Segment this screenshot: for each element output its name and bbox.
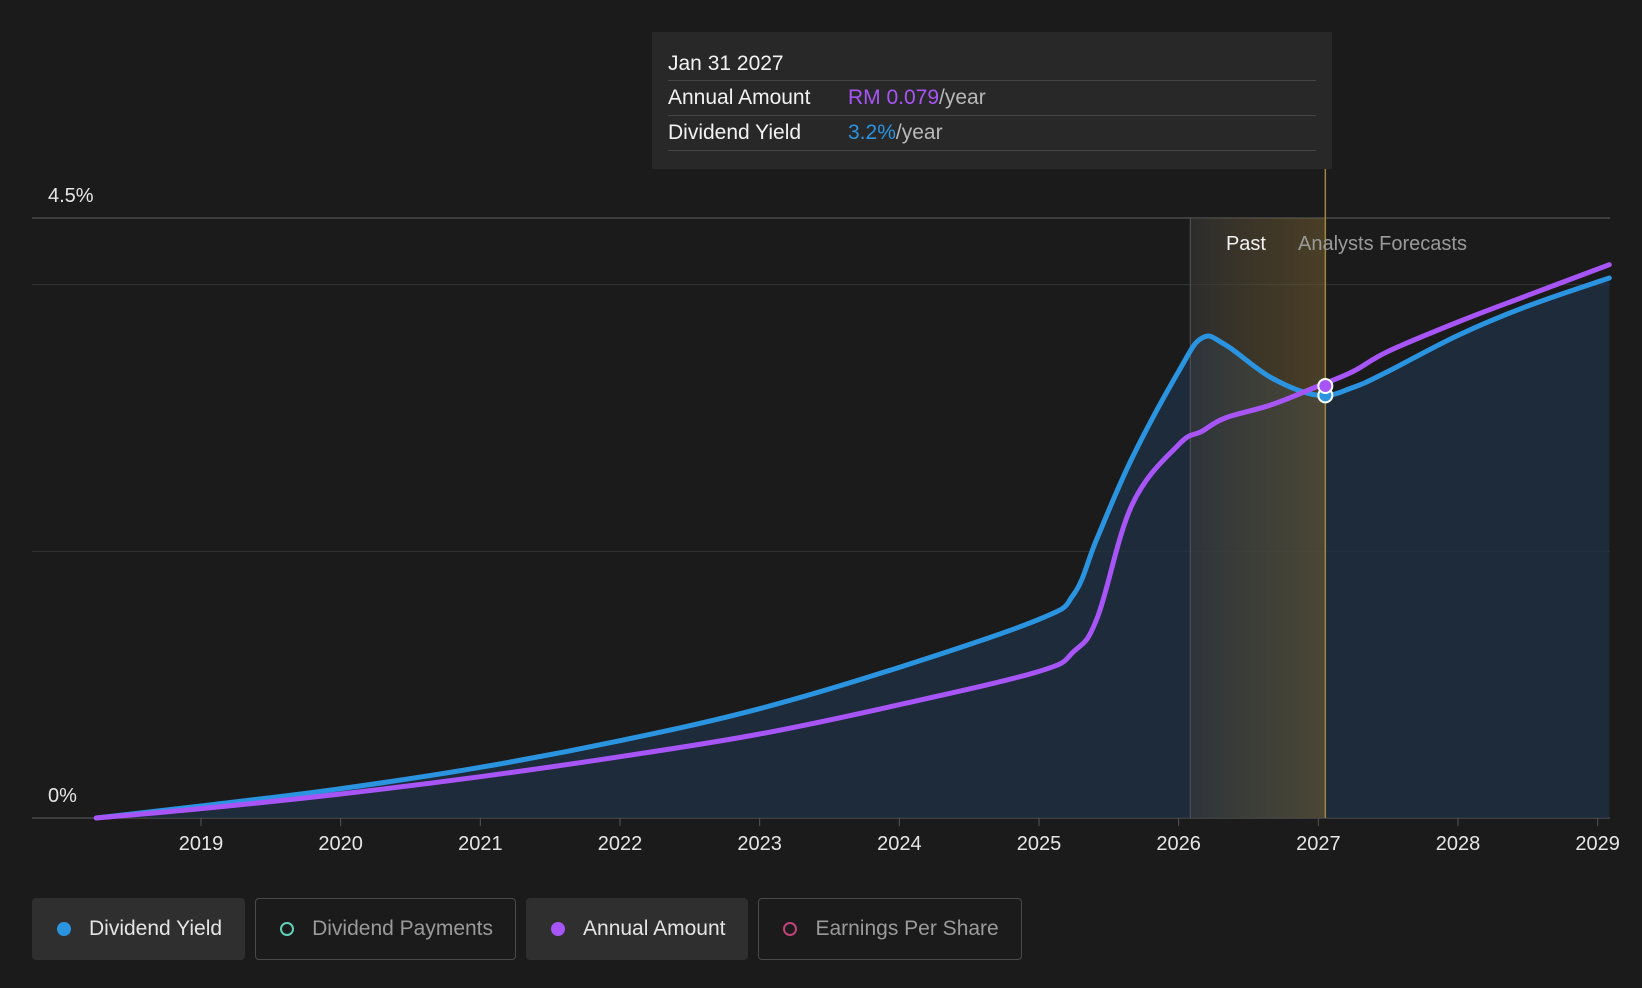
legend: Dividend Yield Dividend Payments Annual … xyxy=(32,898,1022,960)
tooltip-unit: /year xyxy=(895,121,943,144)
y-tick-label-max: 4.5% xyxy=(48,185,94,207)
legend-label: Dividend Payments xyxy=(312,917,494,940)
x-tick-label: 2027 xyxy=(1296,833,1341,855)
y-tick-label-zero: 0% xyxy=(48,785,77,807)
legend-earnings-per-share-button[interactable]: Earnings Per Share xyxy=(758,898,1022,960)
dividend-yield-dot-icon xyxy=(57,922,71,936)
tooltip-row-annual-amount: Annual Amount RM 0.079 /year xyxy=(668,81,1316,116)
earnings-per-share-dot-icon xyxy=(783,922,798,936)
tooltip-date: Jan 31 2027 xyxy=(668,48,1316,81)
tooltip-unit: /year xyxy=(939,86,986,109)
x-tick-label: 2028 xyxy=(1436,833,1481,855)
x-tick-label: 2021 xyxy=(458,833,503,855)
yield-area xyxy=(96,278,1610,818)
x-tick-label: 2029 xyxy=(1575,833,1620,855)
x-tick-label: 2020 xyxy=(318,833,363,855)
x-tick-label: 2024 xyxy=(877,833,922,855)
legend-dividend-payments-button[interactable]: Dividend Payments xyxy=(255,898,517,960)
legend-label: Dividend Yield xyxy=(89,917,223,940)
legend-dividend-yield-button[interactable]: Dividend Yield xyxy=(32,898,246,960)
tooltip-row-dividend-yield: Dividend Yield 3.2% /year xyxy=(668,116,1316,151)
tooltip-value: RM 0.079 xyxy=(848,86,940,109)
legend-label: Earnings Per Share xyxy=(815,917,999,940)
x-tick-label: 2026 xyxy=(1156,833,1201,855)
x-tick-label: 2025 xyxy=(1017,833,1062,855)
legend-annual-amount-button[interactable]: Annual Amount xyxy=(526,898,749,960)
legend-label: Annual Amount xyxy=(583,917,726,940)
annual-amount-dot-icon xyxy=(551,922,566,936)
x-tick-label: 2019 xyxy=(179,833,224,855)
tooltip: Jan 31 2027 Annual Amount RM 0.079 /year… xyxy=(652,32,1332,169)
x-tick-label: 2023 xyxy=(737,833,782,855)
past-region xyxy=(1190,218,1326,818)
tooltip-value: 3.2% xyxy=(848,121,896,144)
annual-amount-marker xyxy=(1317,378,1334,394)
forecast-label: Analysts Forecasts xyxy=(1298,233,1467,255)
tooltip-label: Annual Amount xyxy=(668,86,811,109)
x-tick-label: 2022 xyxy=(598,833,643,855)
dividend-payments-dot-icon xyxy=(280,922,295,936)
past-label: Past xyxy=(1226,233,1266,255)
tooltip-label: Dividend Yield xyxy=(668,121,802,144)
